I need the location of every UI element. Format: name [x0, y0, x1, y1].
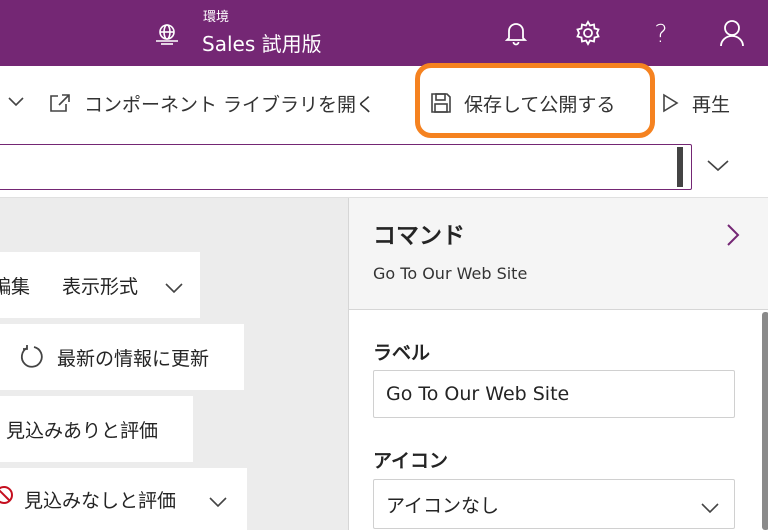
help-icon[interactable]: ? — [646, 18, 676, 48]
mark-disqualified-button[interactable]: 見込みなしと評価 — [0, 468, 247, 530]
chevron-down-icon — [164, 278, 184, 300]
panel-header: コマンド Go To Our Web Site — [349, 198, 768, 310]
formula-input[interactable] — [0, 144, 692, 190]
mark-disqualified-label: 見込みなしと評価 — [24, 489, 177, 512]
environment-label: 環境 — [203, 10, 230, 25]
play-button[interactable]: 再生 — [660, 88, 730, 118]
formula-bar — [0, 138, 768, 198]
expand-formula-icon[interactable] — [706, 156, 730, 176]
properties-panel: コマンド Go To Our Web Site ラベル アイコン アイコンなし — [348, 198, 768, 530]
open-library-label: コンポーネント ライブラリを開く — [84, 93, 376, 116]
chevron-down-icon — [208, 492, 228, 514]
highlight-annotation — [415, 63, 655, 138]
chevron-down-icon — [700, 498, 720, 520]
icon-select-value: アイコンなし — [386, 494, 500, 517]
top-bar: 環境 Sales 試用版 ? — [0, 0, 768, 66]
formula-scrollbar[interactable] — [677, 147, 683, 187]
chevron-right-icon[interactable] — [725, 222, 741, 248]
chevron-down-icon[interactable] — [6, 92, 26, 112]
panel-subtitle: Go To Our Web Site — [373, 264, 528, 283]
label-heading: ラベル — [373, 342, 431, 364]
environment-name[interactable]: Sales 試用版 — [202, 28, 322, 57]
refresh-icon — [19, 344, 45, 375]
play-icon — [663, 93, 679, 113]
open-external-icon — [50, 94, 70, 112]
refresh-label: 最新の情報に更新 — [57, 347, 210, 370]
gear-icon[interactable] — [573, 18, 603, 48]
user-icon[interactable] — [717, 18, 747, 48]
display-format-label: 表示形式 — [62, 275, 139, 298]
icon-select[interactable]: アイコンなし — [373, 479, 735, 529]
panel-title: コマンド — [373, 223, 465, 249]
edit-label: 編集 — [0, 275, 31, 298]
mark-qualified-label: 見込みありと評価 — [6, 419, 159, 442]
open-component-library-button[interactable]: コンポーネント ライブラリを開く — [48, 88, 375, 118]
mark-qualified-button[interactable]: 見込みありと評価 — [0, 396, 193, 462]
environment-icon[interactable] — [153, 20, 181, 48]
refresh-button[interactable]: 最新の情報に更新 — [0, 324, 244, 390]
icon-heading: アイコン — [373, 450, 449, 472]
ban-icon — [0, 485, 14, 510]
play-label: 再生 — [692, 93, 731, 116]
display-format-button[interactable]: 編集 表示形式 — [0, 252, 200, 318]
bell-icon[interactable] — [501, 18, 531, 48]
panel-scrollbar[interactable] — [762, 312, 768, 530]
app-canvas: 編集 表示形式 最新の情報に更新 見込みありと評価 見込みなしと評価 — [0, 198, 348, 530]
label-input[interactable] — [373, 370, 735, 418]
